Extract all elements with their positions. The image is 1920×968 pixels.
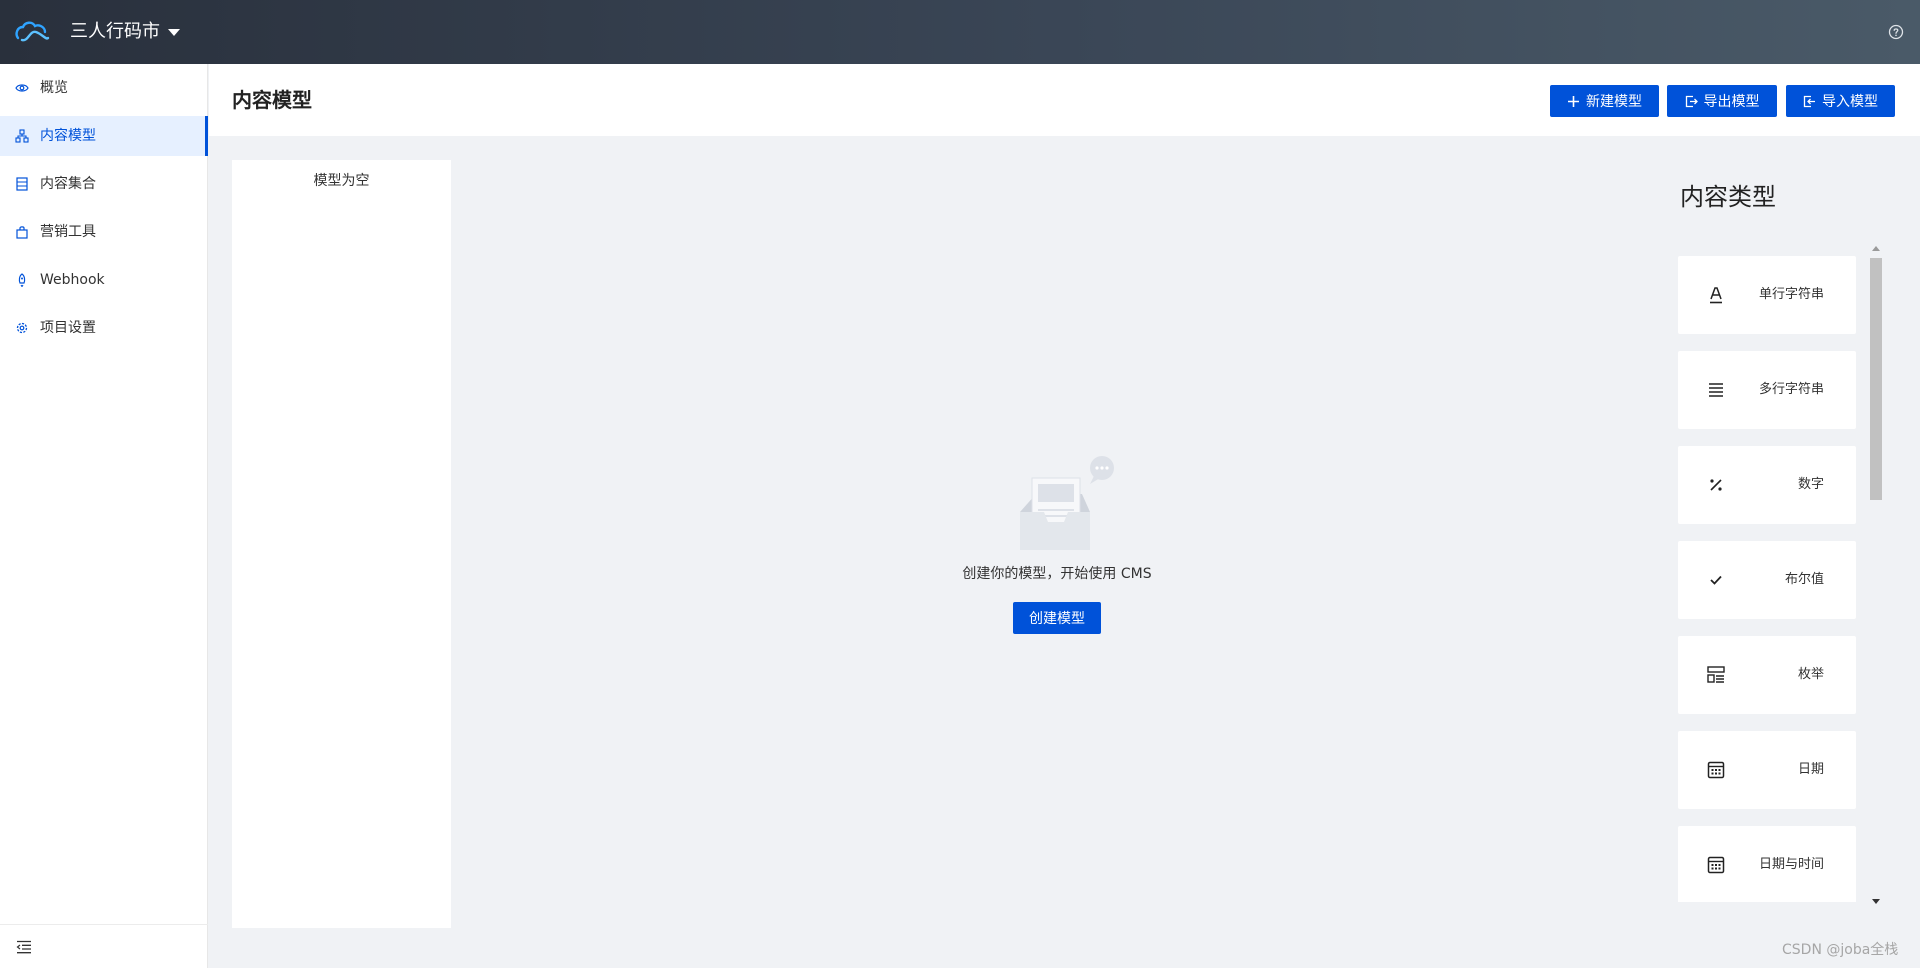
sidebar-item-content-collection[interactable]: 内容集合 bbox=[0, 164, 208, 204]
sidebar-item-label: 内容集合 bbox=[40, 176, 96, 192]
collapse-menu-icon[interactable] bbox=[16, 940, 32, 954]
content-type-number[interactable]: 数字 bbox=[1678, 446, 1856, 524]
content-type-label: 日期与时间 bbox=[1758, 857, 1824, 872]
sidebar-item-project-settings[interactable]: 项目设置 bbox=[0, 308, 208, 348]
sidebar-item-marketing[interactable]: 营销工具 bbox=[0, 212, 208, 252]
new-model-button[interactable]: 新建模型 bbox=[1550, 85, 1659, 117]
export-icon bbox=[1685, 95, 1698, 107]
enum-icon bbox=[1707, 666, 1725, 683]
model-tree-icon bbox=[15, 129, 29, 143]
content-type-label: 多行字符串 bbox=[1758, 382, 1824, 397]
create-model-button[interactable]: 创建模型 bbox=[1013, 602, 1101, 634]
empty-state-message: 创建你的模型，开始使用 CMS bbox=[962, 566, 1152, 582]
scroll-down-arrow-icon[interactable] bbox=[1872, 899, 1880, 904]
chevron-down-icon[interactable] bbox=[168, 29, 180, 36]
model-list-empty-text: 模型为空 bbox=[313, 173, 370, 189]
check-icon bbox=[1710, 575, 1722, 585]
content-type-label: 枚举 bbox=[1797, 667, 1824, 682]
top-bar: 三人行码市 bbox=[0, 0, 1920, 64]
scrollbar-thumb[interactable] bbox=[1870, 258, 1882, 500]
content-type-label: 日期 bbox=[1797, 762, 1824, 777]
project-selector[interactable]: 三人行码市 bbox=[70, 20, 160, 44]
sidebar-item-label: 项目设置 bbox=[40, 320, 96, 336]
percent-number-icon bbox=[1710, 479, 1722, 491]
single-line-text-icon bbox=[1710, 287, 1722, 304]
import-model-button[interactable]: 导入模型 bbox=[1786, 85, 1895, 117]
content-type-enum[interactable]: 枚举 bbox=[1678, 636, 1856, 714]
help-circle-icon[interactable] bbox=[1888, 24, 1904, 40]
eye-icon bbox=[15, 84, 29, 92]
gear-icon bbox=[16, 322, 28, 334]
calendar-time-icon bbox=[1707, 856, 1725, 874]
sidebar-item-content-model[interactable]: 内容模型 bbox=[0, 116, 208, 156]
content-type-label: 单行字符串 bbox=[1758, 287, 1824, 302]
calendar-icon bbox=[1707, 761, 1725, 779]
empty-inbox-illustration-icon bbox=[1020, 456, 1114, 550]
content-header: 内容模型 新建模型 导出模型 导入模型 bbox=[209, 64, 1920, 136]
multi-line-text-icon bbox=[1709, 383, 1723, 397]
sidebar-item-label: 概览 bbox=[40, 80, 68, 96]
export-model-button[interactable]: 导出模型 bbox=[1667, 85, 1777, 117]
new-model-label: 新建模型 bbox=[1586, 94, 1642, 110]
sidebar: 概览 内容模型 内容集合 营销工具 Webhook 项目设置 bbox=[0, 64, 208, 968]
sidebar-item-label: 营销工具 bbox=[40, 224, 96, 240]
rocket-icon bbox=[18, 273, 26, 287]
sidebar-item-webhook[interactable]: Webhook bbox=[0, 260, 208, 300]
plus-icon bbox=[1568, 95, 1579, 107]
import-icon bbox=[1803, 95, 1815, 107]
sidebar-item-label: Webhook bbox=[40, 272, 105, 288]
content-types-scrollbar[interactable] bbox=[1870, 244, 1882, 908]
content-type-date[interactable]: 日期 bbox=[1678, 731, 1856, 809]
sidebar-item-overview[interactable]: 概览 bbox=[0, 68, 208, 108]
watermark: CSDN @joba全栈 bbox=[1782, 942, 1899, 958]
content-types-title: 内容类型 bbox=[1680, 183, 1776, 211]
cloudbase-logo-icon[interactable] bbox=[14, 18, 50, 46]
model-list-panel: 模型为空 bbox=[232, 160, 451, 928]
content-type-datetime[interactable]: 日期与时间 bbox=[1678, 826, 1856, 902]
scroll-up-arrow-icon[interactable] bbox=[1872, 246, 1880, 251]
list-icon bbox=[16, 177, 28, 191]
content-type-label: 数字 bbox=[1797, 477, 1824, 492]
bag-icon bbox=[16, 226, 28, 239]
export-model-label: 导出模型 bbox=[1703, 94, 1760, 110]
page-title: 内容模型 bbox=[232, 88, 312, 112]
content-type-label: 布尔值 bbox=[1784, 572, 1824, 587]
import-model-label: 导入模型 bbox=[1822, 94, 1878, 110]
sidebar-item-label: 内容模型 bbox=[40, 128, 96, 144]
sidebar-footer bbox=[0, 924, 208, 968]
content-type-multi-line-text[interactable]: 多行字符串 bbox=[1678, 351, 1856, 429]
content-type-boolean[interactable]: 布尔值 bbox=[1678, 541, 1856, 619]
content-type-single-line-text[interactable]: 单行字符串 bbox=[1678, 256, 1856, 334]
content-types-list[interactable]: 单行字符串 多行字符串 数字 布尔值 枚举 日期 日期与时间 bbox=[1678, 254, 1858, 902]
